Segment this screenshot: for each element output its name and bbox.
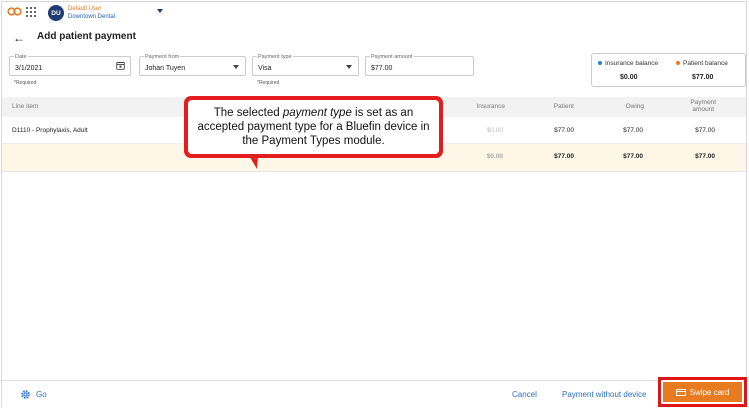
patient-dot-icon [676, 61, 680, 66]
insurance-balance-label: Insurance balance [598, 60, 658, 67]
payment-from-label: Payment from [144, 54, 181, 60]
balance-summary: Insurance balance $0.00 Patient balance … [591, 53, 746, 87]
col-insurance: Insurance [476, 103, 505, 110]
chevron-down-icon[interactable] [233, 65, 239, 69]
col-line-item: Line item [12, 103, 39, 110]
date-value: 3/1/2021 [15, 65, 43, 72]
payment-type-label: Payment type [257, 54, 293, 60]
insurance-balance-value: $0.00 [620, 74, 638, 81]
divider [2, 171, 746, 172]
row-patient: $77.00 [554, 127, 574, 134]
swipe-card-button[interactable]: Swipe card [663, 382, 742, 402]
go-label: Go [36, 390, 47, 399]
user-menu-caret-icon[interactable] [157, 9, 163, 13]
avatar-initials: DU [51, 9, 61, 17]
annotation-callout: The selected payment type is set as an a… [184, 96, 443, 158]
payment-amount-label: Payment amount [370, 54, 414, 60]
brand-logo-icon[interactable] [7, 6, 22, 17]
date-required-note: *Required [14, 80, 37, 86]
callout-text: The selected payment type is set as an a… [188, 100, 439, 154]
total-patient: $77.00 [554, 153, 574, 160]
row-owing: $77.00 [623, 127, 643, 134]
app-grid-icon[interactable] [26, 7, 36, 17]
payment-from-select[interactable]: Payment from Johan Tuyen [139, 54, 246, 76]
date-label: Date [14, 54, 28, 60]
col-payment-amount: Payment amount [690, 99, 716, 113]
user-name: Default User [68, 6, 102, 12]
footer-bar: Go Cancel Payment without device [2, 380, 746, 408]
payment-amount-value: $77.00 [371, 65, 393, 72]
top-bar: DU Default User Downtown Dental [2, 2, 746, 24]
cancel-button[interactable]: Cancel [512, 390, 537, 399]
app-window: DU Default User Downtown Dental ← Add pa… [1, 1, 747, 408]
calendar-icon[interactable] [116, 61, 125, 70]
insurance-dot-icon [598, 61, 602, 66]
location-name: Downtown Dental [68, 14, 116, 20]
payment-from-value: Johan Tuyen [145, 65, 186, 72]
row-line-item: D1110 - Prophylaxis, Adult [12, 127, 88, 134]
total-payment-amount: $77.00 [695, 153, 715, 160]
gear-icon [21, 390, 30, 399]
user-menu[interactable]: Default User Downtown Dental [68, 5, 115, 21]
chevron-down-icon[interactable] [346, 65, 352, 69]
payment-type-value: Visa [258, 65, 272, 72]
row-payment-amount-input[interactable]: $77.00 [695, 127, 715, 134]
patient-balance-value: $77.00 [692, 74, 714, 81]
row-insurance: $0.00 [486, 127, 503, 134]
payment-without-device-button[interactable]: Payment without device [562, 390, 647, 399]
date-field[interactable]: Date 3/1/2021 [9, 54, 131, 76]
swipe-card-label: Swipe card [689, 387, 730, 397]
swipe-card-highlight: Swipe card [658, 377, 747, 407]
payment-type-select[interactable]: Payment type Visa [252, 54, 359, 76]
payment-type-required-note: *Required [257, 80, 280, 86]
credit-card-icon [675, 388, 686, 396]
page-title: Add patient payment [37, 31, 136, 42]
col-owing: Owing [625, 103, 644, 110]
patient-balance-label: Patient balance [676, 60, 728, 67]
total-owing: $77.00 [623, 153, 643, 160]
total-insurance: $0.00 [486, 153, 503, 160]
back-arrow-icon[interactable]: ← [13, 31, 25, 45]
payment-amount-field[interactable]: Payment amount $77.00 [365, 54, 474, 76]
user-avatar[interactable]: DU [48, 5, 64, 21]
go-button[interactable]: Go [20, 389, 47, 400]
col-patient: Patient [553, 103, 574, 110]
